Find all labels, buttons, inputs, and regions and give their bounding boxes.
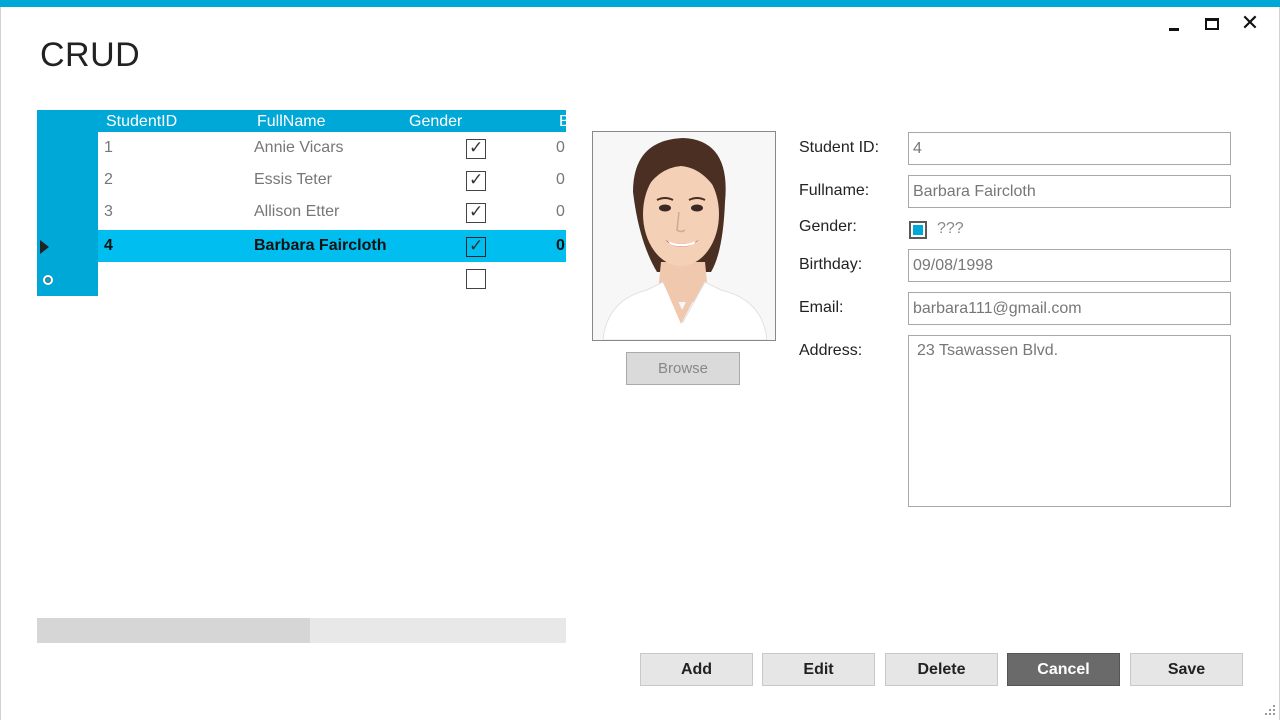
cell-fullname: Allison Etter	[254, 203, 340, 220]
checkmark-icon: ✓	[469, 202, 484, 222]
checkmark-icon: ✓	[469, 236, 484, 256]
cell-studentid: 3	[104, 203, 113, 220]
save-button[interactable]: Save	[1130, 653, 1243, 686]
cell-birthday: 0	[556, 237, 565, 254]
cell-gender-checkbox[interactable]: ✓	[466, 236, 486, 257]
cell-gender-checkbox[interactable]: ✓	[466, 170, 486, 191]
birthday-field[interactable]	[908, 249, 1231, 282]
table-row[interactable]: 2 Essis Teter ✓ 0	[98, 164, 566, 196]
close-icon: ✕	[1240, 11, 1260, 36]
column-header-gender[interactable]: Gender	[409, 113, 462, 131]
delete-button[interactable]: Delete	[885, 653, 998, 686]
grid-header: StudentID FullName Gender B	[37, 110, 566, 132]
browse-button[interactable]: Browse	[626, 352, 740, 385]
column-header-studentid[interactable]: StudentID	[106, 113, 177, 131]
table-row-selected[interactable]: 4 Barbara Faircloth ✓ 0	[98, 230, 566, 262]
table-row-new[interactable]	[98, 262, 566, 294]
cell-fullname: Barbara Faircloth	[254, 237, 387, 254]
cell-gender-checkbox[interactable]: ✓	[466, 138, 486, 159]
student-id-field[interactable]	[908, 132, 1231, 165]
students-grid[interactable]: StudentID FullName Gender B 1 Annie Vica…	[37, 110, 566, 296]
grid-horizontal-scrollbar[interactable]	[37, 618, 566, 643]
page-title: CRUD	[40, 36, 141, 74]
window-accent-bar	[0, 0, 1280, 7]
address-label: Address:	[799, 342, 863, 359]
checkmark-icon: ✓	[469, 138, 484, 158]
fullname-label: Fullname:	[799, 182, 870, 199]
cell-studentid: 1	[104, 139, 113, 156]
resize-grip-icon[interactable]	[1264, 704, 1276, 716]
add-button[interactable]: Add	[640, 653, 753, 686]
maximize-icon	[1205, 18, 1219, 30]
cell-gender-checkbox[interactable]	[466, 269, 486, 289]
edit-button[interactable]: Edit	[762, 653, 875, 686]
cell-studentid: 2	[104, 171, 113, 188]
cell-gender-checkbox[interactable]: ✓	[466, 202, 486, 223]
minimize-icon	[1169, 27, 1179, 31]
cell-fullname: Annie Vicars	[254, 139, 344, 156]
new-row-indicator	[43, 275, 59, 291]
column-header-fullname[interactable]: FullName	[257, 113, 325, 131]
checkbox-fill-indicator	[913, 225, 923, 235]
cancel-button[interactable]: Cancel	[1007, 653, 1120, 686]
student-id-label: Student ID:	[799, 139, 880, 156]
minimize-button[interactable]	[1162, 12, 1186, 36]
table-row[interactable]: 3 Allison Etter ✓ 0	[98, 196, 566, 228]
cell-birthday: 0	[556, 203, 565, 220]
window-border-left	[0, 7, 1, 720]
fullname-field[interactable]	[908, 175, 1231, 208]
email-label: Email:	[799, 299, 844, 316]
cell-birthday: 0	[556, 139, 565, 156]
address-field[interactable]: 23 Tsawassen Blvd.	[908, 335, 1231, 507]
gender-checkbox[interactable]	[909, 221, 927, 239]
checkmark-icon: ✓	[469, 170, 484, 190]
email-field[interactable]	[908, 292, 1231, 325]
maximize-button[interactable]	[1200, 12, 1224, 36]
cell-studentid: 4	[104, 237, 113, 254]
cell-fullname: Essis Teter	[254, 171, 332, 188]
new-row-icon	[43, 275, 53, 285]
column-header-birthday[interactable]: B	[559, 113, 566, 131]
cell-birthday: 0	[556, 171, 565, 188]
row-arrow-icon	[40, 240, 49, 254]
gender-checkbox-text: ???	[937, 220, 964, 237]
student-photo	[592, 131, 776, 341]
row-header-column	[37, 132, 98, 296]
close-button[interactable]: ✕	[1238, 12, 1262, 36]
portrait-image	[593, 132, 775, 340]
current-row-indicator	[40, 240, 56, 256]
gender-label: Gender:	[799, 218, 857, 235]
table-row[interactable]: 1 Annie Vicars ✓ 0	[98, 132, 566, 164]
birthday-label: Birthday:	[799, 256, 863, 273]
window-controls: ✕	[1162, 12, 1262, 36]
scrollbar-thumb[interactable]	[37, 618, 310, 643]
